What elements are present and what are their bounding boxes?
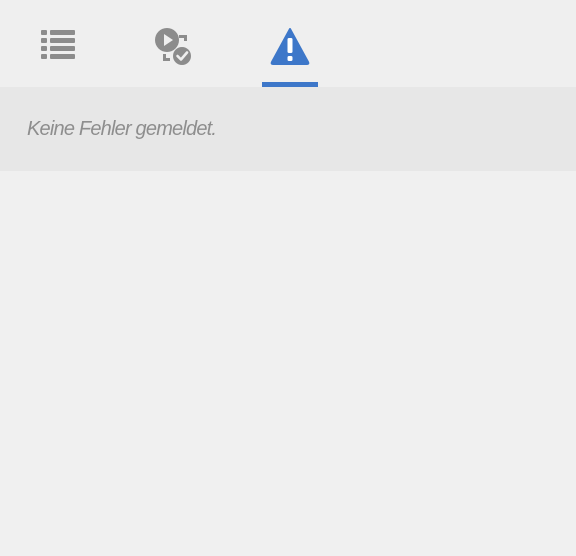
no-errors-message: Keine Fehler gemeldet. [27, 118, 217, 140]
tab-list[interactable] [31, 0, 87, 87]
errors-panel: Keine Fehler gemeldet. [0, 0, 576, 556]
tab-preflight[interactable] [146, 0, 202, 87]
tab-bar [0, 0, 576, 87]
tab-errors[interactable] [262, 0, 318, 87]
list-icon [41, 30, 75, 59]
warning-icon [270, 28, 310, 65]
errors-list-area [0, 171, 576, 556]
play-check-icon [155, 28, 191, 65]
message-bar: Keine Fehler gemeldet. [0, 87, 576, 171]
